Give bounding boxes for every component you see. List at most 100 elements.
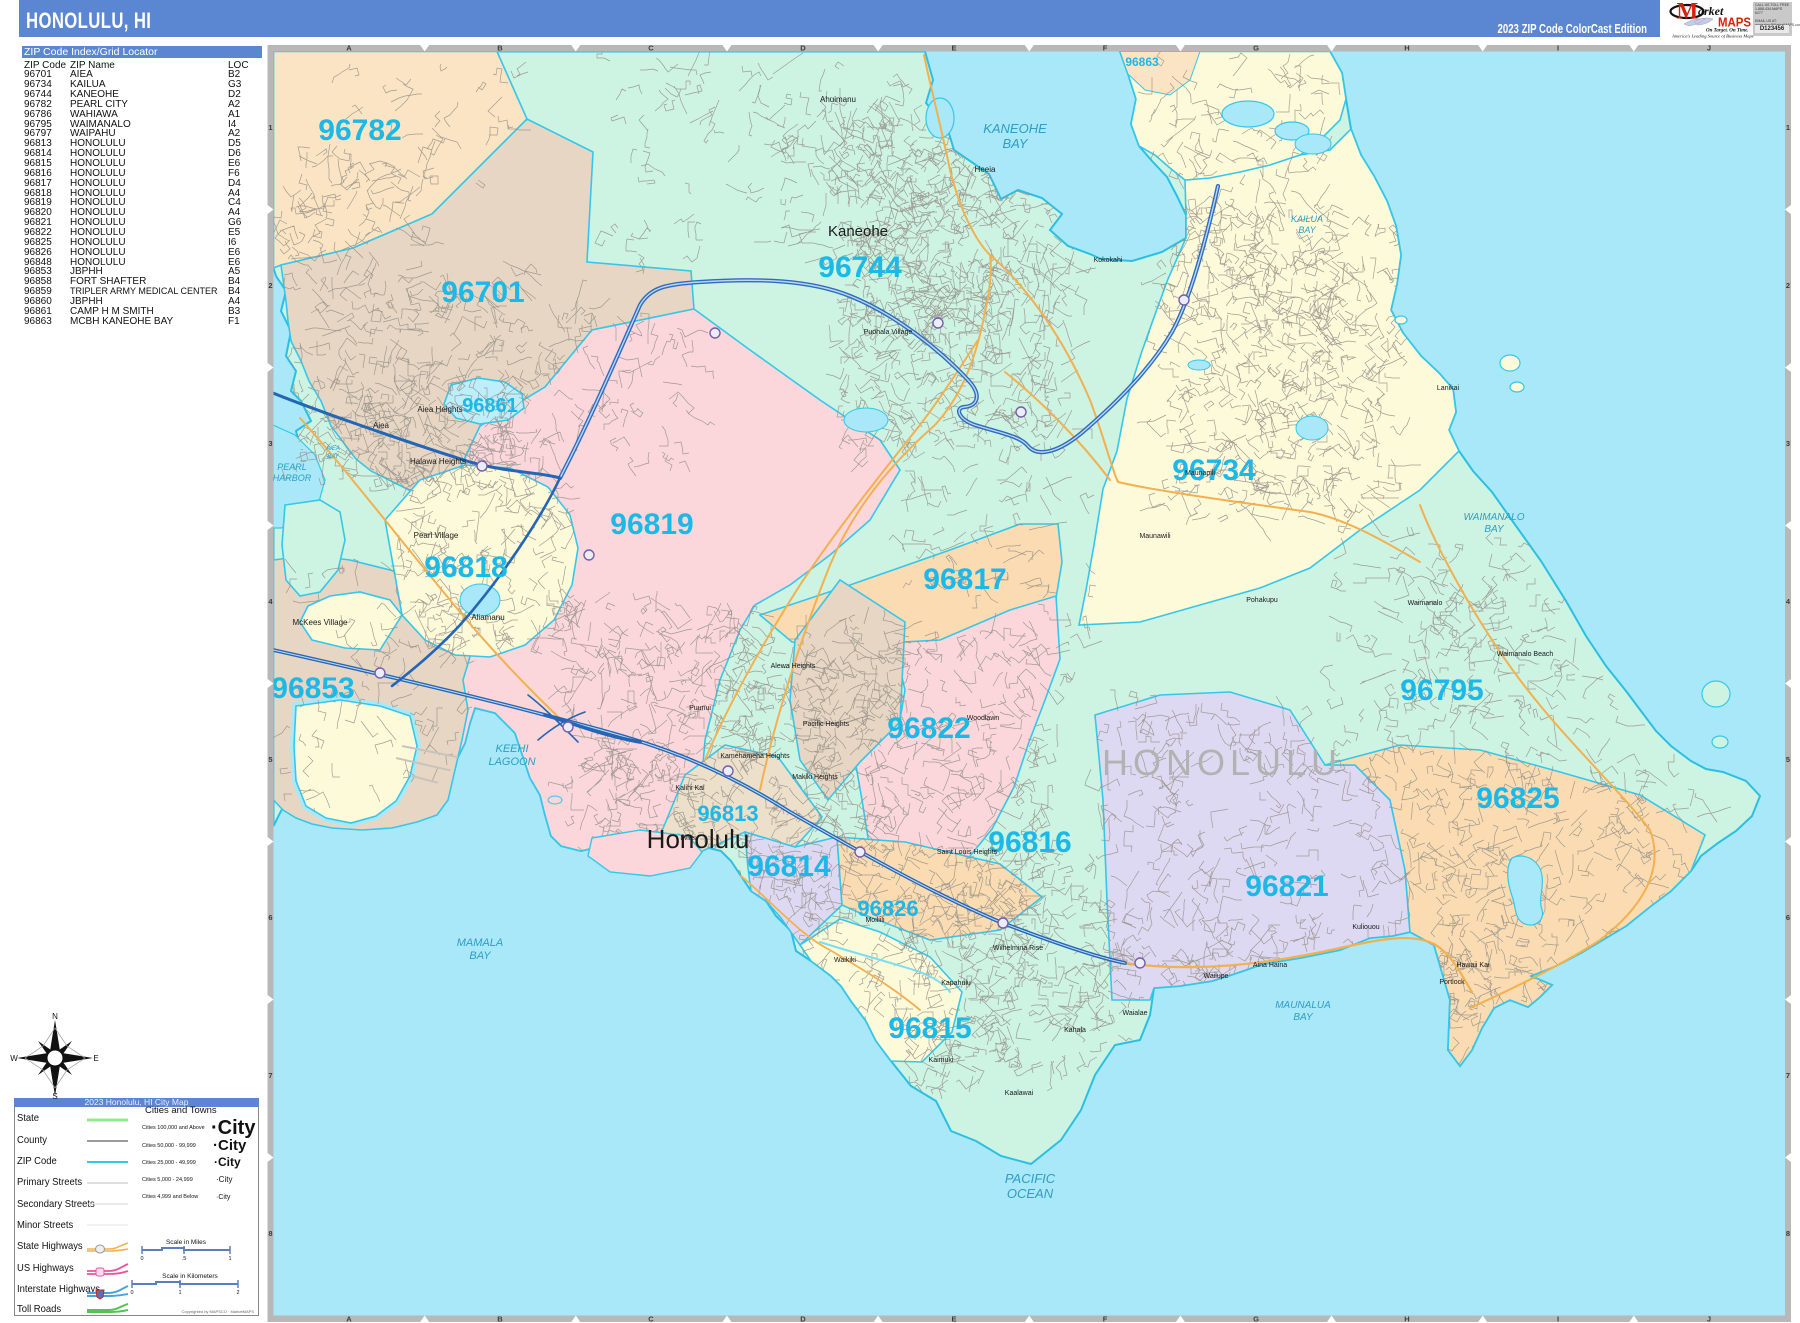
svg-text:·City: ·City [211, 1117, 256, 1139]
svg-text:96795: 96795 [1400, 674, 1483, 707]
svg-text:Halawa Heights: Halawa Heights [410, 457, 466, 466]
svg-text:D: D [800, 44, 806, 53]
svg-text:1: 1 [1786, 123, 1790, 132]
svg-text:PEARL: PEARL [277, 462, 307, 472]
svg-text:Pohakupu: Pohakupu [1246, 597, 1278, 604]
svg-text:3: 3 [268, 439, 272, 448]
svg-text:·City: ·City [216, 1194, 231, 1201]
svg-text:W: W [10, 1054, 18, 1063]
svg-text:E: E [93, 1054, 98, 1063]
svg-text:Copyrighted by MAPSCO · Market: Copyrighted by MAPSCO · MarketMAPS [182, 1309, 255, 1314]
svg-text:.5: .5 [182, 1256, 187, 1262]
svg-text:96821: 96821 [1245, 870, 1328, 903]
svg-text:Iwilei: Iwilei [680, 835, 696, 842]
svg-text:Alewa Heights: Alewa Heights [771, 663, 816, 670]
svg-text:2: 2 [236, 1290, 239, 1296]
svg-text:MAMALA: MAMALA [457, 937, 503, 949]
svg-text:D: D [800, 1315, 806, 1323]
svg-text:Portlock: Portlock [1439, 979, 1465, 986]
svg-text:Makiki Heights: Makiki Heights [792, 774, 838, 781]
svg-text:Hawaii Kai: Hawaii Kai [1456, 962, 1490, 969]
svg-text:G: G [1253, 1315, 1259, 1323]
svg-text:A: A [346, 44, 352, 53]
svg-text:BAY: BAY [1002, 136, 1028, 151]
svg-text:Pacific Heights: Pacific Heights [803, 721, 850, 728]
svg-text:H: H [1404, 44, 1409, 53]
svg-text:Maunawili: Maunawili [1139, 533, 1171, 540]
svg-text:Waikiki: Waikiki [834, 957, 856, 964]
svg-text:1: 1 [228, 1256, 231, 1262]
svg-text:Saint Louis Heights: Saint Louis Heights [937, 849, 998, 856]
svg-text:Waialae: Waialae [1122, 1010, 1147, 1017]
svg-text:7: 7 [268, 1071, 272, 1080]
svg-text:8: 8 [268, 1229, 272, 1238]
svg-text:·City: ·City [216, 1175, 232, 1184]
svg-text:E: E [951, 1315, 956, 1323]
svg-text:Kapahulu: Kapahulu [941, 980, 971, 987]
svg-text:96819: 96819 [610, 508, 693, 541]
svg-text:96813: 96813 [697, 801, 758, 826]
svg-text:F: F [1103, 44, 1108, 53]
svg-text:AIEA: AIEA [325, 446, 340, 452]
svg-text:Scale in Kilometers: Scale in Kilometers [162, 1273, 218, 1280]
svg-text:Moiliili: Moiliili [865, 917, 885, 924]
svg-text:Aliamanu: Aliamanu [471, 613, 504, 622]
svg-text:HARBOR: HARBOR [273, 473, 312, 483]
svg-text:96863: 96863 [1125, 55, 1159, 69]
svg-text:96744: 96744 [818, 251, 902, 284]
svg-text:3: 3 [1786, 439, 1790, 448]
svg-text:96782: 96782 [318, 114, 401, 147]
svg-text:·City: ·City [214, 1155, 241, 1169]
svg-text:BAY: BAY [1293, 1012, 1314, 1023]
svg-text:Aina Haina: Aina Haina [1253, 962, 1287, 969]
svg-text:BAY: BAY [1298, 225, 1316, 235]
svg-text:H: H [1404, 1315, 1409, 1323]
svg-text:6: 6 [1786, 913, 1790, 922]
svg-text:America's Leading Source of B: America's Leading Source of Business Map… [1671, 34, 1754, 39]
svg-text:96814: 96814 [747, 850, 831, 883]
svg-text:N: N [52, 1013, 58, 1021]
svg-text:LAGOON: LAGOON [488, 756, 535, 768]
svg-text:Kuliouou: Kuliouou [1352, 924, 1379, 931]
svg-text:Lanikai: Lanikai [1437, 385, 1460, 392]
svg-text:96817: 96817 [923, 563, 1006, 596]
svg-text:96815: 96815 [888, 1012, 971, 1045]
svg-text:Kaneohe: Kaneohe [828, 223, 888, 240]
svg-text:Cities 100,000 and Above: Cities 100,000 and Above [142, 1125, 205, 1131]
svg-text:Puunui: Puunui [689, 705, 711, 712]
svg-text:Kaalawai: Kaalawai [1005, 1090, 1034, 1097]
svg-text:Waimanalo: Waimanalo [1408, 600, 1443, 607]
svg-text:Scale in Miles: Scale in Miles [166, 1239, 207, 1246]
svg-text:0: 0 [140, 1256, 143, 1262]
svg-text:E: E [951, 44, 956, 53]
svg-text:B: B [497, 1315, 503, 1323]
svg-text:McKees Village: McKees Village [293, 618, 349, 627]
svg-text:Waimanalo Beach: Waimanalo Beach [1497, 651, 1554, 658]
svg-text:Puohala Village: Puohala Village [864, 329, 913, 336]
svg-text:BAY: BAY [327, 454, 340, 460]
svg-text:5: 5 [268, 755, 272, 764]
svg-text:I: I [1557, 1315, 1559, 1323]
svg-text:8: 8 [1786, 1229, 1790, 1238]
svg-text:WAIMANALO: WAIMANALO [1464, 512, 1525, 523]
svg-text:J: J [1707, 1315, 1711, 1323]
svg-text:KANEOHE: KANEOHE [983, 121, 1047, 136]
svg-text:Cities and Towns: Cities and Towns [145, 1105, 217, 1116]
svg-text:7: 7 [1786, 1071, 1790, 1080]
svg-text:MAUNALUA: MAUNALUA [1275, 1000, 1331, 1011]
svg-text:Woodlawn: Woodlawn [967, 715, 1000, 722]
svg-text:Cities 25,000 - 49,999: Cities 25,000 - 49,999 [142, 1160, 196, 1166]
svg-text:1: 1 [268, 123, 272, 132]
svg-text:2: 2 [268, 281, 272, 290]
svg-text:6: 6 [268, 913, 272, 922]
svg-text:C: C [648, 1315, 654, 1323]
svg-text:B: B [497, 44, 503, 53]
svg-text:Heeia: Heeia [975, 165, 996, 174]
svg-text:M: M [1677, 0, 1699, 24]
svg-text:96818: 96818 [424, 551, 507, 584]
svg-text:F: F [1103, 1315, 1108, 1323]
svg-text:PACIFIC: PACIFIC [1005, 1171, 1056, 1186]
svg-text:Cities 4,999 and Below: Cities 4,999 and Below [142, 1194, 198, 1200]
svg-text:5: 5 [1786, 755, 1790, 764]
svg-text:Ahuimanu: Ahuimanu [820, 95, 856, 104]
